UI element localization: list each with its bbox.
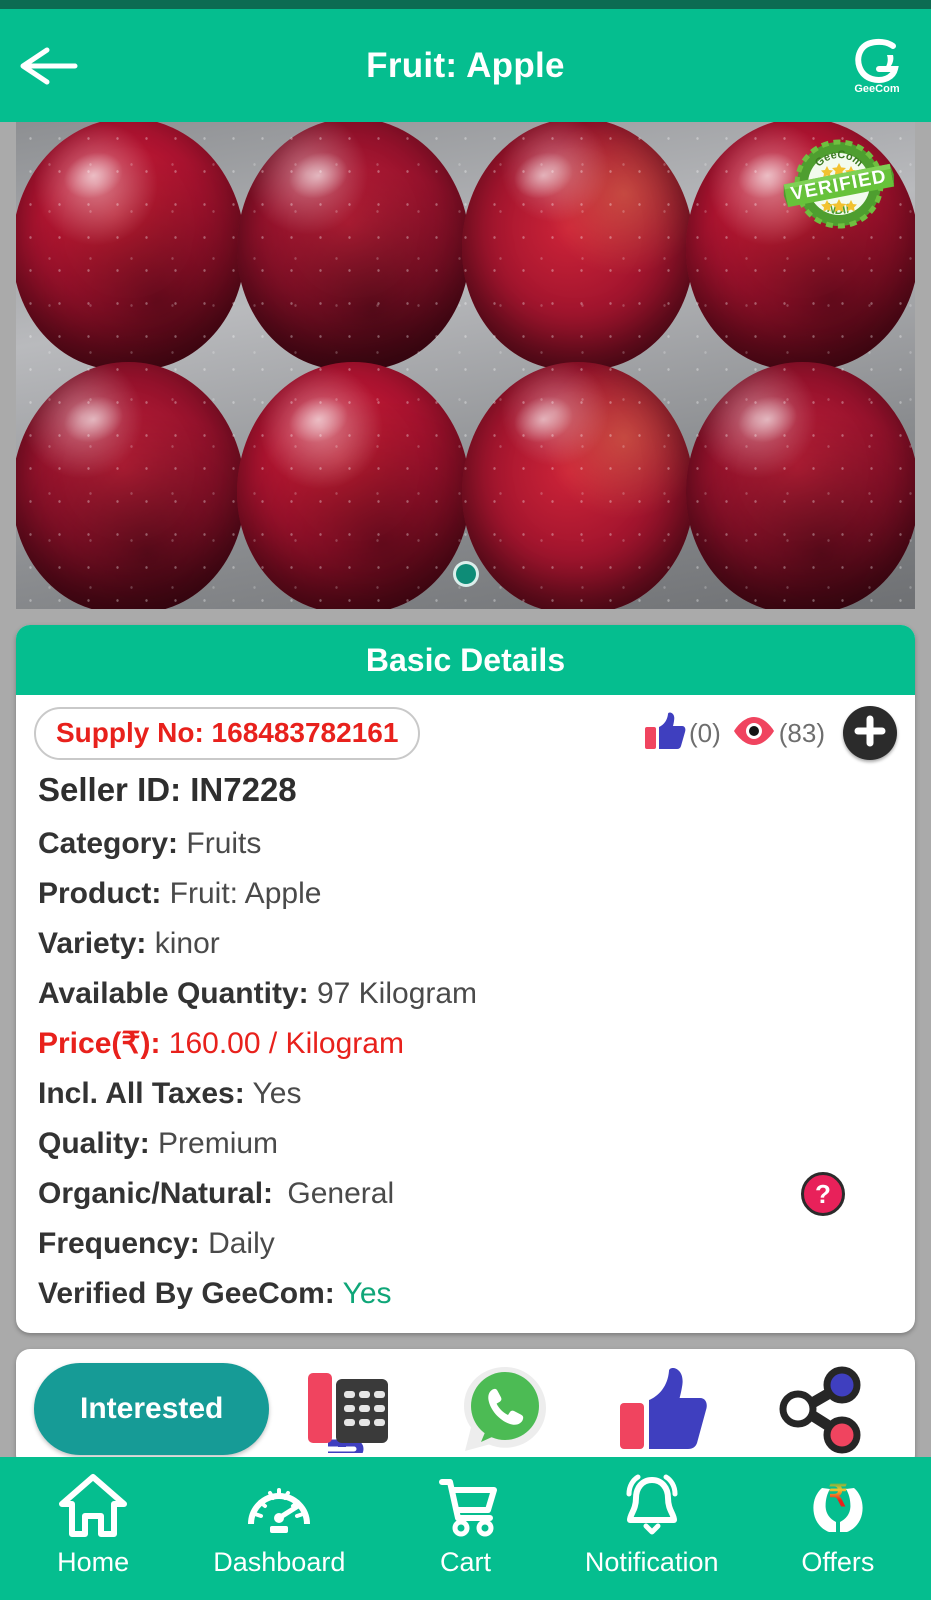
nav-item-home[interactable]: Home bbox=[0, 1471, 186, 1578]
detail-row-incl-all-taxes: Incl. All Taxes: Yes bbox=[16, 1069, 915, 1119]
nav-item-dashboard[interactable]: Dashboard bbox=[186, 1471, 372, 1578]
detail-value: Fruit: Apple bbox=[169, 877, 322, 910]
page-title: Fruit: Apple bbox=[366, 45, 565, 85]
detail-label: Organic/Natural: bbox=[38, 1177, 274, 1210]
thumbs-up-icon bbox=[643, 711, 687, 756]
detail-row-verified-by-geecom: Verified By GeeCom: Yes bbox=[16, 1269, 915, 1319]
basic-details-title: Basic Details bbox=[16, 625, 915, 695]
detail-label: Product: bbox=[38, 877, 162, 910]
detail-value: Premium bbox=[158, 1127, 279, 1160]
detail-value: kinor bbox=[154, 927, 220, 960]
action-bar: Interested bbox=[16, 1349, 915, 1469]
nav-item-cart[interactable]: Cart bbox=[372, 1471, 558, 1578]
supply-row: Supply No: 168483782161 (0) (83) bbox=[16, 705, 915, 761]
add-button[interactable] bbox=[843, 706, 897, 760]
detail-row-seller-id: Seller ID: IN7228 bbox=[16, 761, 915, 819]
detail-row-price: Price(₹): 160.00 / Kilogram bbox=[16, 1019, 915, 1069]
detail-row-organic-natural: Organic/Natural: General ? bbox=[16, 1169, 915, 1219]
detail-label: Seller ID: bbox=[38, 771, 182, 808]
like-count: (0) bbox=[688, 717, 721, 748]
nav-label: Offers bbox=[801, 1547, 875, 1577]
nav-icon-wrap bbox=[616, 1471, 688, 1543]
product-image-carousel[interactable]: GeeCom INDIA bbox=[16, 122, 915, 609]
telephone-icon bbox=[302, 1365, 394, 1453]
detail-row-variety: Variety: kinor bbox=[16, 919, 915, 969]
detail-label: Quality: bbox=[38, 1127, 150, 1160]
apple-shape bbox=[236, 361, 470, 609]
app-header: Fruit: Apple GeeCom bbox=[0, 9, 931, 122]
nav-item-offers[interactable]: ₹ Offers bbox=[745, 1471, 931, 1578]
nav-item-notification[interactable]: Notification bbox=[559, 1471, 745, 1578]
view-stat[interactable]: (83) bbox=[731, 714, 825, 753]
basic-details-body: Supply No: 168483782161 (0) (83) Seller … bbox=[16, 695, 915, 1333]
detail-row-category: Category: Fruits bbox=[16, 819, 915, 869]
carousel-dot-active[interactable] bbox=[452, 561, 479, 587]
detail-label: Price(₹): bbox=[38, 1027, 161, 1060]
bell-icon bbox=[616, 1472, 688, 1543]
detail-value: Yes bbox=[252, 1077, 302, 1110]
help-button[interactable]: ? bbox=[801, 1172, 845, 1216]
apple-shape bbox=[16, 361, 245, 609]
interested-button[interactable]: Interested bbox=[34, 1363, 270, 1455]
detail-label: Verified By GeeCom: bbox=[38, 1277, 335, 1310]
apple-shape bbox=[461, 122, 695, 370]
detail-value: 160.00 / Kilogram bbox=[168, 1027, 404, 1060]
status-bar bbox=[0, 0, 931, 9]
supply-no-field[interactable]: Supply No: 168483782161 bbox=[34, 706, 421, 760]
share-icon bbox=[774, 1363, 864, 1455]
like-button[interactable] bbox=[614, 1361, 710, 1457]
plus-icon bbox=[853, 714, 887, 753]
detail-row-product: Product: Fruit: Apple bbox=[16, 869, 915, 919]
detail-label: Category: bbox=[38, 827, 179, 860]
apple-shape bbox=[461, 361, 695, 609]
detail-value: Fruits bbox=[186, 827, 262, 860]
app-screen: Fruit: Apple GeeCom GeeCom NDI VERIFIED … bbox=[0, 0, 931, 1600]
whatsapp-icon bbox=[459, 1363, 551, 1455]
detail-label: Incl. All Taxes: bbox=[38, 1077, 245, 1110]
detail-value: Yes bbox=[342, 1277, 392, 1310]
geecom-logo-icon[interactable]: GeeCom bbox=[839, 28, 915, 104]
call-button[interactable] bbox=[300, 1361, 396, 1457]
nav-icon-wrap: ₹ bbox=[802, 1471, 874, 1543]
whatsapp-button[interactable] bbox=[457, 1361, 553, 1457]
nav-label: Notification bbox=[584, 1547, 719, 1577]
detail-row-quality: Quality: Premium bbox=[16, 1119, 915, 1169]
home-icon bbox=[57, 1472, 129, 1543]
like-stat[interactable]: (0) bbox=[643, 711, 721, 756]
apple-shape bbox=[686, 361, 915, 609]
apple-shape bbox=[16, 122, 245, 370]
verified-badge-icon: GeeCom INDIA bbox=[781, 136, 897, 232]
svg-text:₹: ₹ bbox=[828, 1480, 847, 1513]
detail-value: IN7228 bbox=[190, 771, 297, 808]
share-button[interactable] bbox=[771, 1361, 867, 1457]
brand-label: GeeCom bbox=[854, 82, 900, 95]
bottom-navigation: Home Dashboard Cart Notification ₹ Offer… bbox=[0, 1457, 931, 1600]
hands-rupee-icon: ₹ bbox=[802, 1472, 874, 1543]
detail-value: General bbox=[287, 1177, 395, 1210]
arrow-left-icon bbox=[17, 44, 79, 88]
eye-icon bbox=[731, 714, 777, 753]
detail-value: Daily bbox=[208, 1227, 275, 1260]
detail-row-available-quantity: Available Quantity: 97 Kilogram bbox=[16, 969, 915, 1019]
detail-label: Variety: bbox=[38, 927, 147, 960]
speedometer-icon bbox=[243, 1472, 315, 1543]
thumbs-up-icon bbox=[616, 1365, 708, 1453]
detail-row-frequency: Frequency: Daily bbox=[16, 1219, 915, 1269]
action-icon-group bbox=[269, 1361, 897, 1457]
view-count: (83) bbox=[778, 717, 825, 748]
nav-icon-wrap bbox=[57, 1471, 129, 1543]
nav-label: Cart bbox=[440, 1547, 492, 1577]
apple-shape bbox=[236, 122, 470, 370]
basic-details-card: Basic Details Supply No: 168483782161 (0… bbox=[16, 625, 915, 1333]
shopping-cart-icon bbox=[430, 1472, 502, 1543]
detail-value: 97 Kilogram bbox=[316, 977, 478, 1010]
detail-label: Available Quantity: bbox=[38, 977, 309, 1010]
nav-icon-wrap bbox=[243, 1471, 315, 1543]
nav-label: Home bbox=[57, 1547, 130, 1577]
question-mark-icon: ? bbox=[815, 1179, 831, 1209]
detail-label: Frequency: bbox=[38, 1227, 200, 1260]
back-button[interactable] bbox=[0, 9, 96, 122]
nav-label: Dashboard bbox=[213, 1547, 346, 1577]
nav-icon-wrap bbox=[430, 1471, 502, 1543]
